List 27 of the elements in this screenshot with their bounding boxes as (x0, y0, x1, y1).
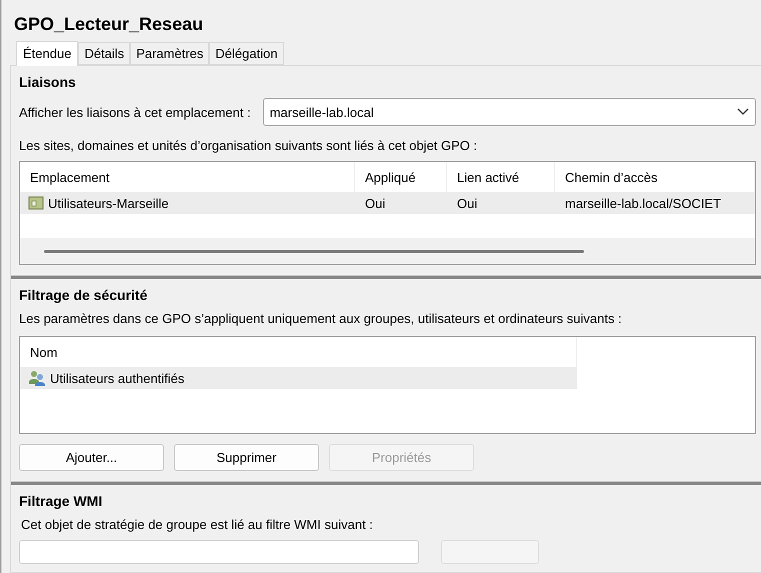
tab[interactable]: Délégation (209, 42, 284, 65)
links-description: Les sites, domaines et unités d’organisation suivants sont liés à cet objet GPO : (19, 138, 478, 153)
list-row[interactable]: Utilisateurs authentifiés (20, 367, 577, 389)
action-button[interactable]: Supprimer (174, 444, 319, 471)
location-label: Afficher les liaisons à cet emplacement : (19, 104, 251, 120)
table-cell: marseille-lab.local/SOCIET (565, 196, 722, 210)
section-heading: Liaisons (19, 74, 77, 90)
horizontal-scrollbar[interactable] (20, 238, 755, 264)
table-cell: Oui (365, 196, 386, 210)
tab[interactable]: Paramètres (130, 42, 210, 65)
table-cell: Utilisateurs-Marseille (48, 196, 169, 210)
security-description: Les paramètres dans ce GPO s’appliquent uniquement aux groupes, utilisateurs et ordinateurs suivants : (19, 311, 623, 326)
chevron-down-icon (737, 108, 749, 116)
location-dropdown[interactable]: marseille-lab.local (262, 98, 756, 126)
wmi-description: Cet objet de stratégie de groupe est lié au filtre WMI suivant : (21, 517, 374, 532)
folder-icon (28, 196, 44, 210)
tab[interactable]: Étendue (16, 41, 78, 66)
action-button[interactable]: Ajouter... (19, 444, 164, 471)
wmi-filter-dropdown[interactable] (19, 540, 419, 564)
users-icon (28, 370, 46, 386)
tab[interactable]: Détails (78, 42, 130, 65)
table-cell: Oui (457, 196, 478, 210)
window-title: GPO_Lecteur_Reseau (13, 13, 204, 36)
table-row[interactable]: Utilisateurs-Marseille Oui Oui marseille-lab.local/SOCIET (20, 192, 755, 214)
section-heading: Filtrage de sécurité (19, 287, 148, 303)
list-item-text: Utilisateurs authentifiés (50, 370, 184, 386)
section-heading: Filtrage WMI (19, 493, 104, 509)
